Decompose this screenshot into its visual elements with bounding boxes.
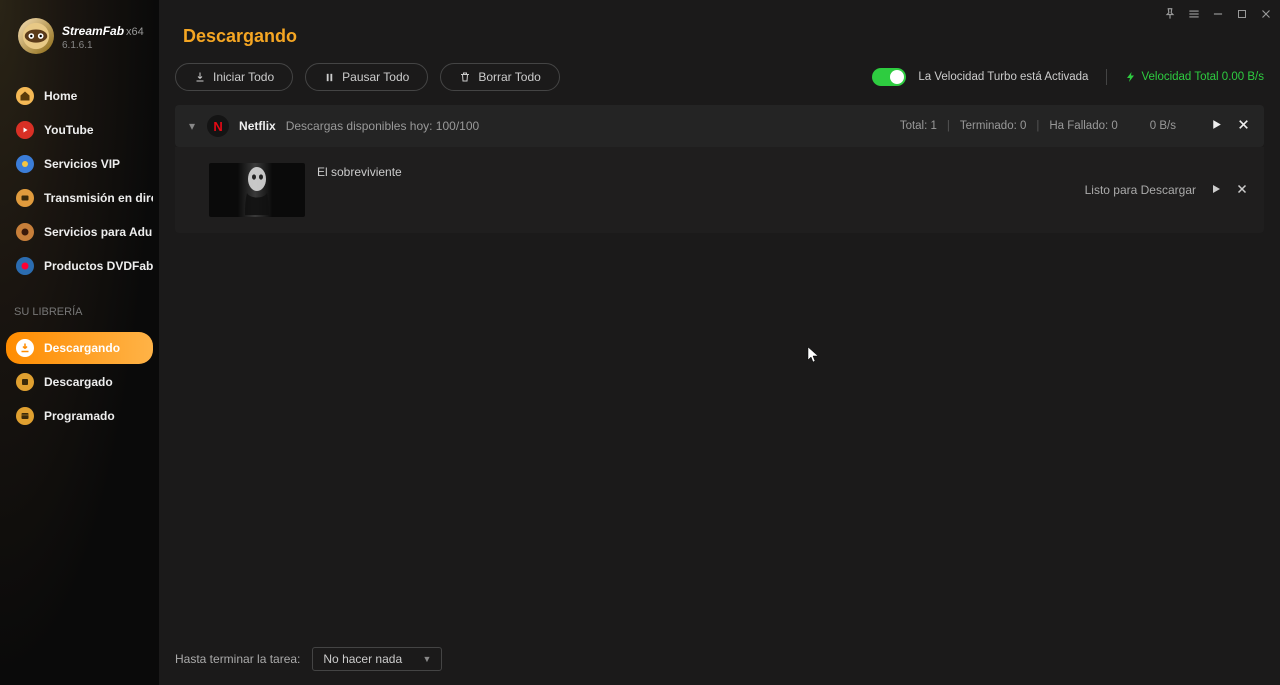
adult-icon [16, 223, 34, 241]
bolt-icon [1125, 71, 1137, 83]
sidebar-item-home[interactable]: Home [6, 80, 153, 112]
close-icon[interactable] [1258, 6, 1274, 22]
sidebar-item-label: Servicios VIP [44, 157, 120, 171]
button-label: Iniciar Todo [213, 70, 274, 84]
dvdfab-icon [16, 257, 34, 275]
sidebar-library-header: SU LIBRERÍA [0, 290, 159, 324]
sidebar-item-adult[interactable]: Servicios para Adul... [6, 216, 153, 248]
sidebar-item-vip[interactable]: Servicios VIP [6, 148, 153, 180]
service-name: Netflix [239, 119, 276, 133]
sidebar-item-label: Servicios para Adul... [44, 225, 153, 239]
sidebar: StreamFabx64 6.1.6.1 Home YouTube Servic… [0, 0, 159, 685]
total-speed: Velocidad Total 0.00 B/s [1125, 71, 1264, 83]
pause-icon [324, 72, 335, 83]
app-logo-block: StreamFabx64 6.1.6.1 [0, 18, 159, 72]
streaming-icon [16, 189, 34, 207]
sidebar-item-downloading[interactable]: Descargando [6, 332, 153, 364]
button-label: Pausar Todo [342, 70, 409, 84]
trash-icon [459, 71, 471, 83]
downloading-icon [16, 339, 34, 357]
service-quota: Descargas disponibles hoy: 100/100 [286, 119, 479, 133]
after-task-select[interactable]: No hacer nada ▼ [312, 647, 442, 671]
home-icon [16, 87, 34, 105]
start-all-button[interactable]: Iniciar Todo [175, 63, 293, 91]
maximize-icon[interactable] [1234, 6, 1250, 22]
sidebar-item-label: Home [44, 89, 77, 103]
minimize-icon[interactable] [1210, 6, 1226, 22]
after-task-label: Hasta terminar la tarea: [175, 652, 300, 666]
button-label: Borrar Todo [478, 70, 540, 84]
sidebar-item-streaming[interactable]: Transmisión en dire... [6, 182, 153, 214]
download-icon [194, 71, 206, 83]
main-panel: Descargando Iniciar Todo Pausar Todo Bor… [159, 0, 1280, 685]
toolbar: Iniciar Todo Pausar Todo Borrar Todo La … [175, 63, 1264, 105]
scheduled-icon [16, 407, 34, 425]
chevron-down-icon[interactable]: ▾ [189, 119, 195, 133]
group-done: Terminado: 0 [960, 120, 1026, 132]
sidebar-item-label: Productos DVDFab [44, 259, 153, 273]
sidebar-item-label: Programado [44, 409, 115, 423]
downloaded-icon [16, 373, 34, 391]
page-title: Descargando [171, 0, 1264, 63]
chevron-down-icon: ▼ [422, 654, 431, 664]
sidebar-item-scheduled[interactable]: Programado [6, 400, 153, 432]
group-close-icon[interactable] [1237, 118, 1250, 134]
app-logo-icon [18, 18, 54, 54]
sidebar-item-downloaded[interactable]: Descargado [6, 366, 153, 398]
group-total: Total: 1 [900, 120, 937, 132]
speed-text: Velocidad Total 0.00 B/s [1141, 71, 1264, 83]
pin-icon[interactable] [1162, 6, 1178, 22]
turbo-label: La Velocidad Turbo está Activada [918, 71, 1088, 83]
window-controls [1162, 6, 1274, 22]
app-version: 6.1.6.1 [62, 40, 144, 51]
download-item: El sobreviviente Listo para Descargar [175, 147, 1264, 233]
item-remove-icon[interactable] [1236, 183, 1248, 198]
sidebar-item-youtube[interactable]: YouTube [6, 114, 153, 146]
divider [1106, 69, 1107, 85]
netflix-icon: N [207, 115, 229, 137]
bottom-bar: Hasta terminar la tarea: No hacer nada ▼ [159, 635, 1280, 685]
vip-icon [16, 155, 34, 173]
service-group-header: ▾ N Netflix Descargas disponibles hoy: 1… [175, 105, 1264, 147]
group-failed: Ha Fallado: 0 [1049, 120, 1117, 132]
item-title: El sobreviviente [317, 163, 402, 179]
app-name: StreamFab [62, 24, 124, 38]
sidebar-item-label: Descargado [44, 375, 113, 389]
select-value: No hacer nada [323, 652, 402, 666]
delete-all-button[interactable]: Borrar Todo [440, 63, 559, 91]
item-thumbnail [209, 163, 305, 217]
pause-all-button[interactable]: Pausar Todo [305, 63, 428, 91]
sidebar-item-dvdfab[interactable]: Productos DVDFab [6, 250, 153, 282]
sidebar-item-label: YouTube [44, 123, 94, 137]
youtube-icon [16, 121, 34, 139]
sidebar-item-label: Transmisión en dire... [44, 191, 153, 205]
group-play-icon[interactable] [1210, 118, 1223, 134]
app-arch: x64 [126, 26, 144, 38]
turbo-toggle[interactable] [872, 68, 906, 86]
item-status: Listo para Descargar [1085, 183, 1196, 197]
item-play-icon[interactable] [1210, 183, 1222, 198]
group-speed: 0 B/s [1150, 120, 1176, 132]
menu-icon[interactable] [1186, 6, 1202, 22]
sidebar-item-label: Descargando [44, 341, 120, 355]
